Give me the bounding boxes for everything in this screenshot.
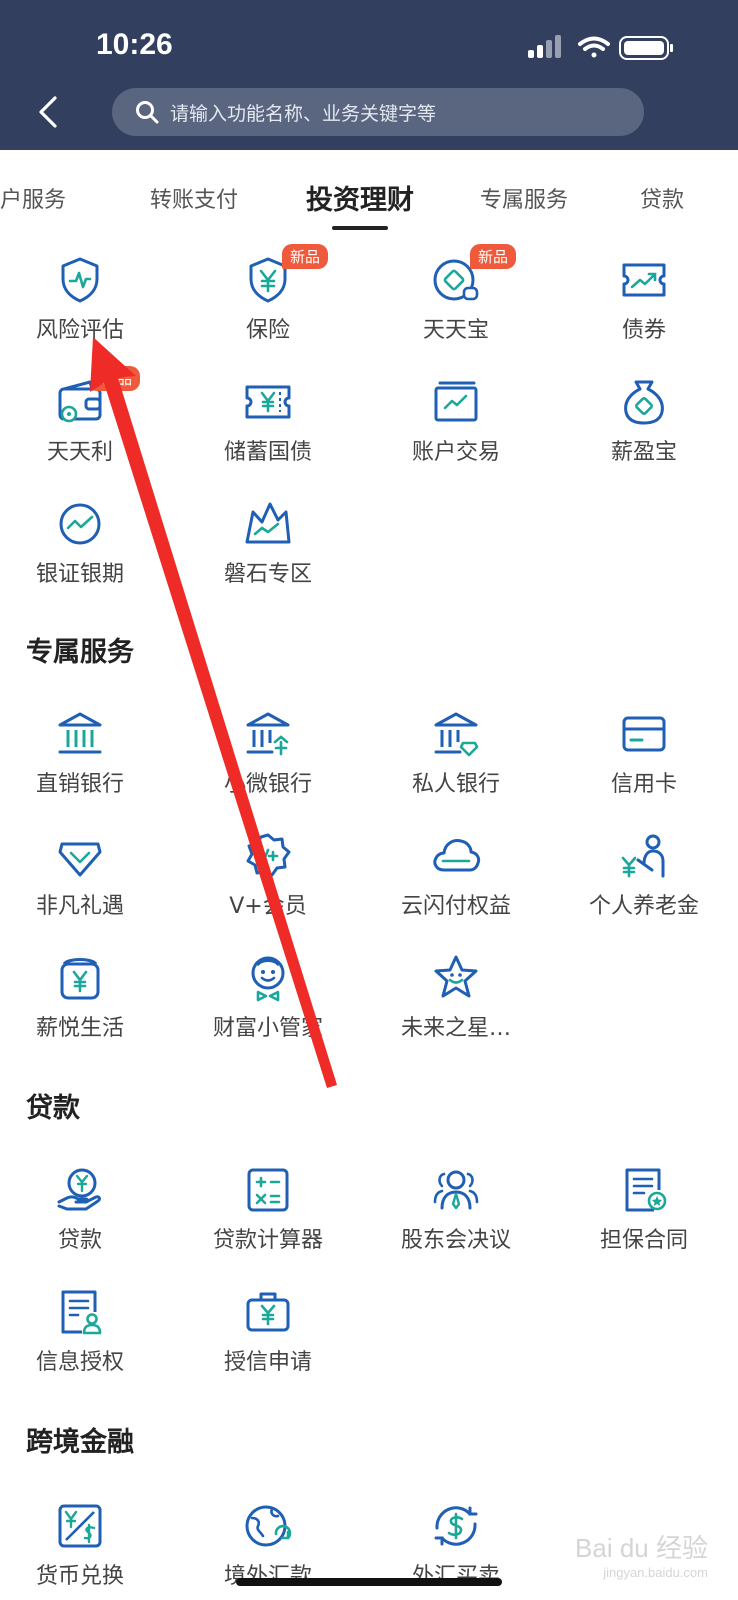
status-icons [528, 35, 673, 60]
search-input[interactable]: 请输入功能名称、业务关键字等 [112, 88, 644, 136]
new-badge: 新品 [282, 244, 329, 269]
group-people-icon [433, 1170, 479, 1210]
credit-card-icon [622, 716, 666, 752]
tab-investment[interactable]: 投资理财 [306, 178, 414, 217]
top-bar: 10:26 请输入功能名称、业务关键字等 [0, 0, 738, 150]
bank-diamond-icon [434, 712, 479, 757]
grid-item-unionpay-benefits[interactable]: 云闪付权益 [366, 830, 546, 920]
signal-icon [528, 35, 561, 58]
money-bag-icon [624, 380, 664, 425]
grid-item-savings-bonds[interactable]: 储蓄国债 [178, 376, 358, 466]
circle-trend-icon [59, 503, 101, 545]
tab-account-service[interactable]: 账户服务 [0, 182, 66, 214]
grid-item-v-plus-member[interactable]: V+会员 [178, 830, 358, 920]
back-button[interactable] [28, 92, 68, 132]
section-title-loans: 贷款 [26, 1093, 80, 1124]
grid-item-credit-application[interactable]: 授信申请 [178, 1286, 358, 1376]
bond-chart-icon [622, 263, 666, 297]
grid-item-info-authorization[interactable]: 信息授权 [0, 1286, 170, 1376]
grid-item-xinyingbao[interactable]: 薪盈宝 [554, 376, 734, 466]
grid-item-forex-trading[interactable]: 外汇买卖 [366, 1500, 546, 1590]
grid-item-bonds[interactable]: 债券 [554, 254, 734, 344]
grid-item-currency-exchange[interactable]: 货币兑换 [0, 1500, 170, 1590]
grid-item-account-trading[interactable]: 账户交易 [366, 376, 546, 466]
battery-icon [619, 36, 673, 60]
new-badge: 新品 [94, 366, 141, 391]
chevron-left-icon [39, 96, 57, 128]
globe-transfer-icon [245, 1505, 292, 1547]
grid-item-bank-securities[interactable]: 银证银期 [0, 498, 170, 588]
yen-pouch-icon [60, 958, 100, 1000]
hand-yen-icon [57, 1168, 101, 1211]
currency-exchange-icon [58, 1504, 102, 1548]
diamond-icon [58, 842, 102, 877]
briefcase-yen-icon [246, 1292, 290, 1332]
section-title-exclusive: 专属服务 [26, 637, 134, 668]
unionpay-cloud-icon [433, 839, 481, 872]
bank-enterprise-icon [246, 712, 290, 756]
search-placeholder: 请输入功能名称、业务关键字等 [170, 102, 437, 125]
mountain-chart-icon [245, 502, 291, 544]
home-indicator[interactable] [236, 1578, 502, 1586]
grid-item-wealth-butler[interactable]: 财富小管家 [178, 952, 358, 1042]
contract-seal-icon [625, 1168, 667, 1212]
grid-item-insurance[interactable]: 新品 保险 [178, 244, 358, 344]
grid-item-micro-bank[interactable]: 小微银行 [178, 708, 358, 798]
tab-exclusive-service[interactable]: 专属服务 [480, 182, 568, 214]
section-title-crossborder: 跨境金融 [26, 1427, 134, 1458]
category-tabs: 账户服务 转账支付 投资理财 专属服务 贷款 [0, 150, 738, 238]
grid-item-risk-assessment[interactable]: 风险评估 [0, 254, 170, 344]
active-tab-indicator [332, 226, 388, 230]
wifi-icon [578, 36, 610, 58]
calculator-icon [247, 1168, 289, 1212]
grid-item-loan-calculator[interactable]: 贷款计算器 [178, 1164, 358, 1254]
baidu-watermark: Bai du 经验 jingyan.baidu.com [575, 1533, 708, 1580]
shield-pulse-icon [61, 257, 99, 303]
grid-item-panshi-zone[interactable]: 磐石专区 [178, 498, 358, 588]
smiling-star-icon [434, 955, 478, 998]
grid-item-shareholder-resolution[interactable]: 股东会决议 [366, 1164, 546, 1254]
grid-item-credit-card[interactable]: 信用卡 [554, 708, 734, 798]
vip-badge-icon [246, 833, 291, 877]
grid-item-direct-bank[interactable]: 直销银行 [0, 708, 170, 798]
grid-item-personal-pension[interactable]: 个人养老金 [554, 830, 734, 920]
grid-item-guarantee-contract[interactable]: 担保合同 [554, 1164, 734, 1254]
butler-face-icon [251, 956, 285, 1002]
grid-item-vip-privileges[interactable]: 非凡礼遇 [0, 830, 170, 920]
document-user-icon [61, 1290, 102, 1335]
grid-item-tiantianli[interactable]: 新品 天天利 [0, 366, 170, 466]
status-time: 10:26 [96, 28, 173, 61]
grid-item-future-star[interactable]: 未来之星… [366, 952, 546, 1042]
pension-person-icon [621, 834, 665, 878]
grid-item-salary-life[interactable]: 薪悦生活 [0, 952, 170, 1042]
grid-item-loan[interactable]: 贷款 [0, 1164, 170, 1254]
grid-item-overseas-remittance[interactable]: 境外汇款 [178, 1500, 358, 1590]
new-badge: 新品 [470, 244, 517, 269]
ticket-yen-icon [245, 385, 291, 419]
grid-item-tiantianbao[interactable]: 新品 天天宝 [366, 244, 546, 344]
bank-icon [58, 712, 102, 754]
grid-item-private-bank[interactable]: 私人银行 [366, 708, 546, 798]
dollar-circle-icon [434, 1506, 478, 1546]
search-icon [136, 101, 159, 124]
trading-screen-icon [434, 381, 478, 422]
tab-loans[interactable]: 贷款 [640, 182, 684, 214]
tab-transfer-payment[interactable]: 转账支付 [150, 182, 238, 214]
